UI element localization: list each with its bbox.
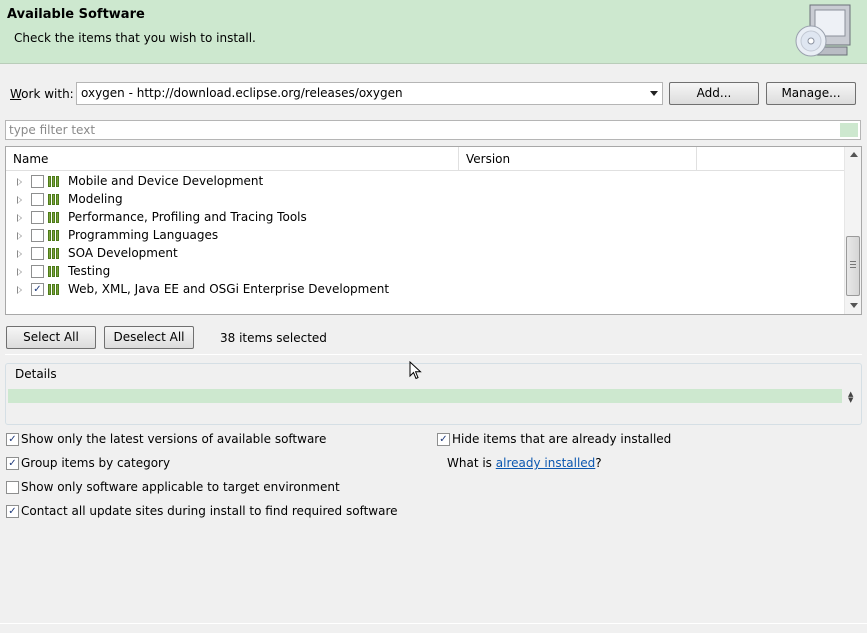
expand-arrow-icon[interactable] [17, 178, 22, 186]
work-with-label: Work with: [10, 87, 74, 101]
scroll-down-icon[interactable] [850, 303, 858, 308]
category-icon [48, 284, 62, 295]
row-name: Programming Languages [68, 228, 219, 242]
add-site-button[interactable]: Add... [669, 82, 759, 105]
tree-header: Name Version [6, 147, 844, 171]
category-icon [48, 176, 62, 187]
selection-count: 38 items selected [220, 331, 327, 345]
tree-scrollbar[interactable] [844, 147, 861, 314]
row-checkbox[interactable] [31, 229, 44, 242]
row-name: Web, XML, Java EE and OSGi Enterprise De… [68, 282, 390, 296]
select-all-button[interactable]: Select All [6, 326, 96, 349]
target-environment-checkbox[interactable] [6, 481, 19, 494]
details-legend: Details [15, 367, 57, 381]
separator [0, 623, 867, 624]
category-icon [48, 194, 62, 205]
work-with-combo[interactable]: oxygen - http://download.eclipse.org/rel… [76, 82, 663, 105]
row-checkbox[interactable] [31, 175, 44, 188]
category-icon [48, 212, 62, 223]
target-environment-label: Show only software applicable to target … [21, 480, 340, 494]
tree-row[interactable]: Testing [6, 263, 844, 281]
work-with-value[interactable]: oxygen - http://download.eclipse.org/rel… [81, 86, 403, 100]
contact-sites-label: Contact all update sites during install … [21, 504, 398, 518]
expand-arrow-icon[interactable] [17, 286, 22, 294]
contact-sites-checkbox[interactable]: ✓ [6, 505, 19, 518]
expand-arrow-icon[interactable] [17, 250, 22, 258]
page-title: Available Software [7, 7, 145, 22]
expand-arrow-icon[interactable] [17, 214, 22, 222]
filter-placeholder: type filter text [9, 123, 96, 137]
tree-row[interactable]: ✓ Web, XML, Java EE and OSGi Enterprise D… [6, 281, 844, 299]
page-message: Check the items that you wish to install… [14, 31, 256, 45]
row-checkbox[interactable] [31, 211, 44, 224]
details-spin-icon[interactable]: ▲ ▼ [848, 391, 853, 404]
software-tree[interactable]: Name Version Mobile and Device Developme… [5, 146, 862, 315]
expand-arrow-icon[interactable] [17, 196, 22, 204]
mouse-pointer-icon [409, 361, 422, 380]
tree-row[interactable]: Performance, Profiling and Tracing Tools [6, 209, 844, 227]
row-name: Mobile and Device Development [68, 174, 264, 188]
hide-installed-label: Hide items that are already installed [452, 432, 672, 446]
wizard-banner: Available Software Check the items that … [0, 0, 867, 64]
row-checkbox[interactable]: ✓ [31, 283, 44, 296]
what-is-installed-text: What is already installed? [447, 456, 602, 470]
deselect-all-button[interactable]: Deselect All [104, 326, 194, 349]
group-by-category-label: Group items by category [21, 456, 171, 470]
manage-sites-button[interactable]: Manage... [766, 82, 856, 105]
row-checkbox[interactable] [31, 193, 44, 206]
group-by-category-checkbox[interactable]: ✓ [6, 457, 19, 470]
details-text-area[interactable] [8, 389, 842, 403]
filter-input[interactable]: type filter text [5, 120, 861, 140]
row-name: Performance, Profiling and Tracing Tools [68, 210, 307, 224]
hide-installed-checkbox[interactable]: ✓ [437, 433, 450, 446]
category-icon [48, 248, 62, 259]
expand-arrow-icon[interactable] [17, 268, 22, 276]
details-group: Details ▲ ▼ [5, 363, 862, 425]
latest-versions-label: Show only the latest versions of availab… [21, 432, 327, 446]
latest-versions-checkbox[interactable]: ✓ [6, 433, 19, 446]
row-checkbox[interactable] [31, 265, 44, 278]
column-header-version[interactable]: Version [459, 147, 697, 171]
already-installed-link[interactable]: already installed [496, 456, 596, 470]
tree-row[interactable]: Modeling [6, 191, 844, 209]
category-icon [48, 230, 62, 241]
expand-arrow-icon[interactable] [17, 232, 22, 240]
separator [5, 354, 862, 355]
scroll-thumb[interactable] [846, 236, 860, 296]
computer-cd-icon [795, 4, 851, 57]
row-name: Testing [68, 264, 111, 278]
column-header-name[interactable]: Name [6, 147, 459, 171]
row-name: Modeling [68, 192, 123, 206]
clear-filter-icon[interactable] [840, 123, 858, 137]
category-icon [48, 266, 62, 277]
scroll-up-icon[interactable] [850, 152, 858, 157]
tree-row[interactable]: Programming Languages [6, 227, 844, 245]
tree-row[interactable]: SOA Development [6, 245, 844, 263]
row-name: SOA Development [68, 246, 178, 260]
tree-row[interactable]: Mobile and Device Development [6, 173, 844, 191]
row-checkbox[interactable] [31, 247, 44, 260]
chevron-down-icon[interactable] [650, 91, 658, 96]
